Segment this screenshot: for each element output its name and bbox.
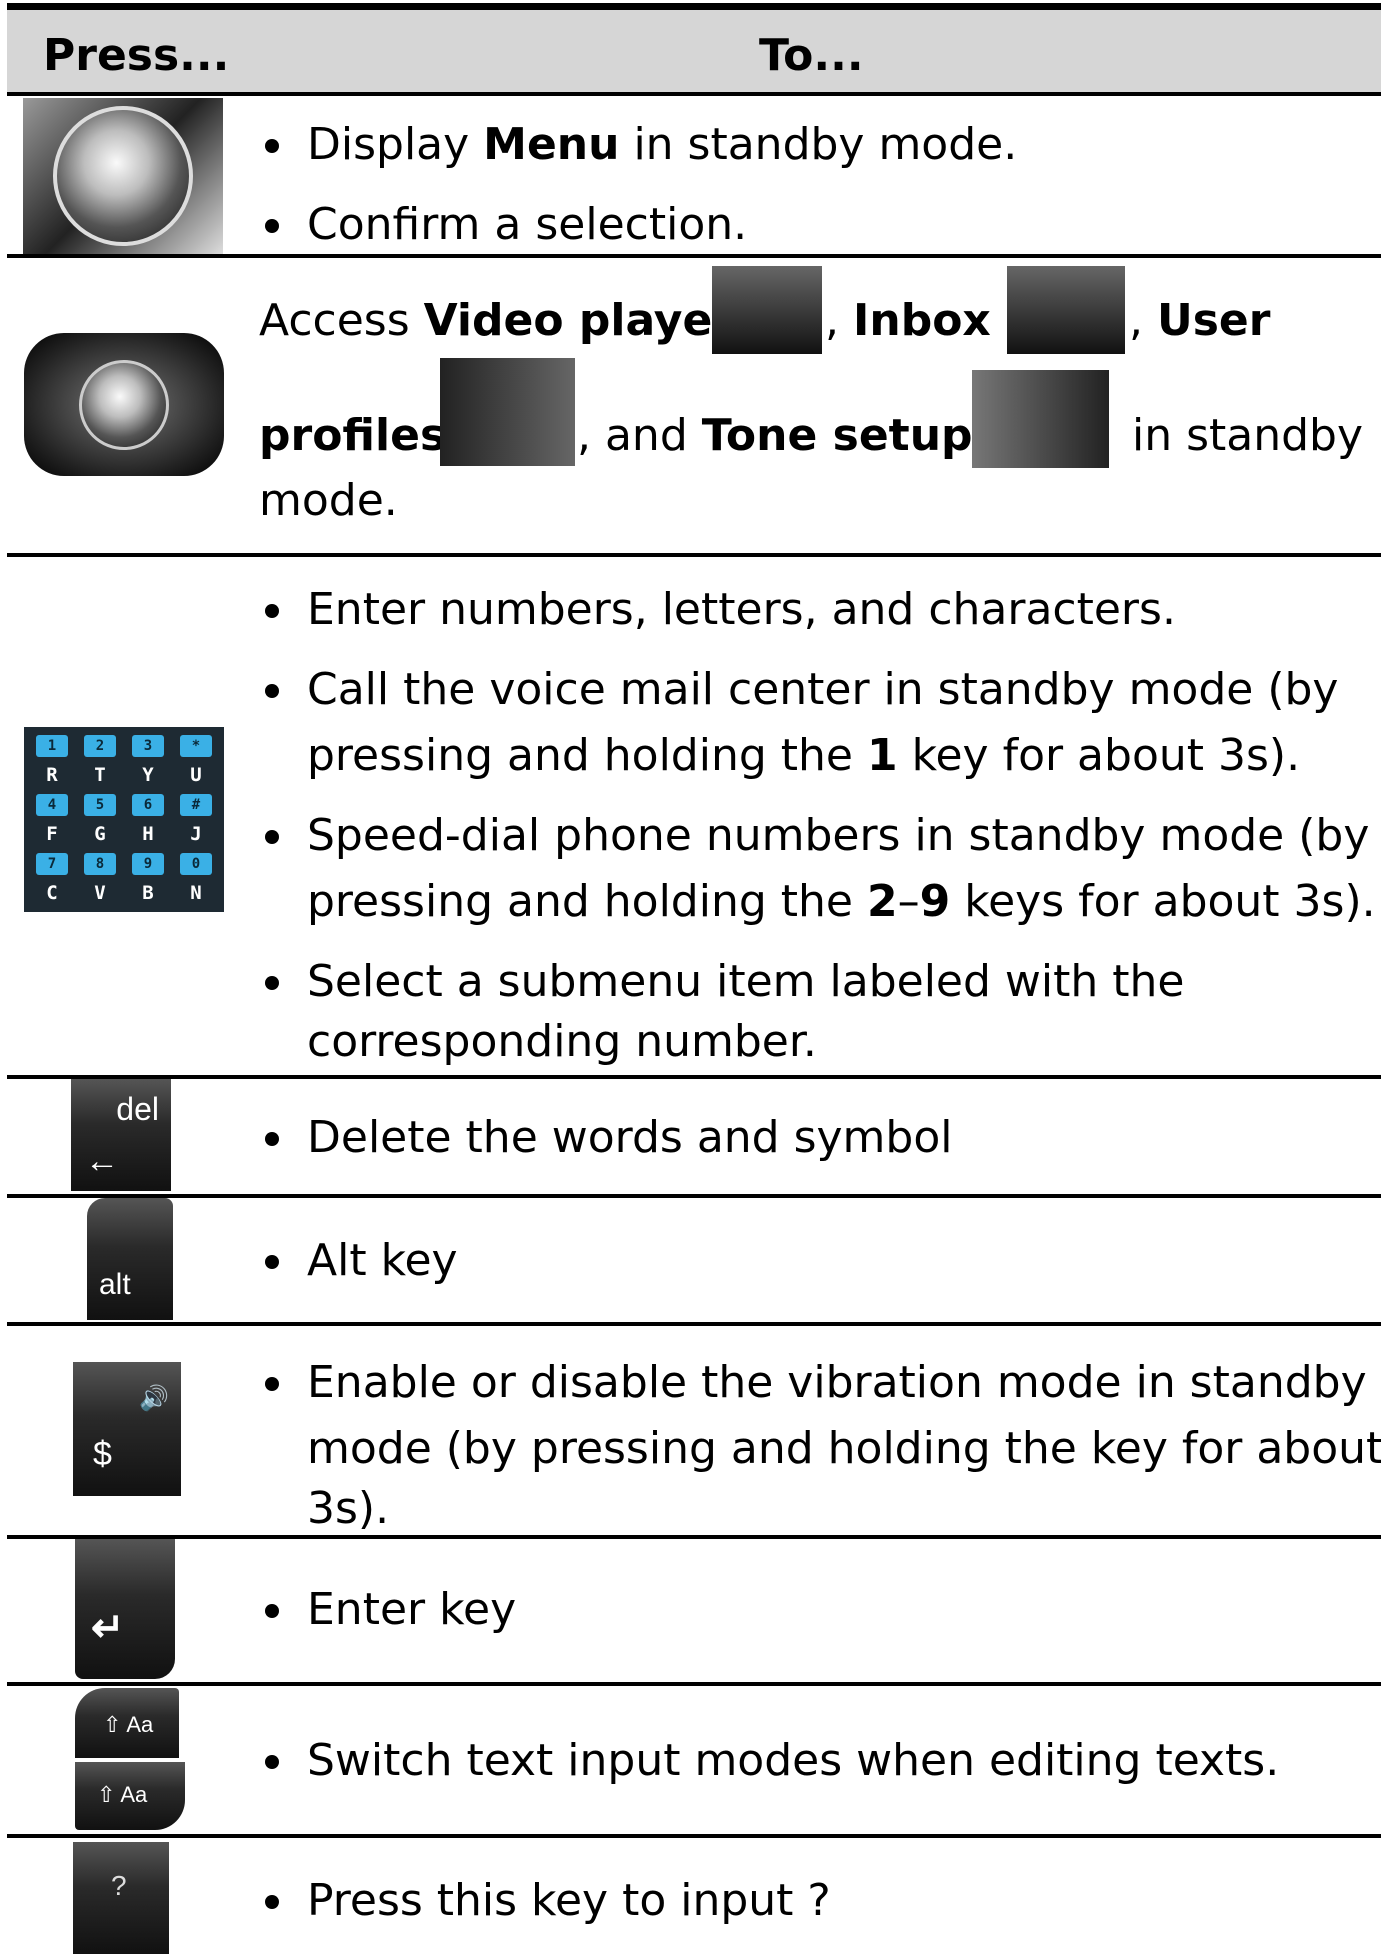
keypad-key: 7 [36, 853, 68, 875]
alt-key-icon: alt [87, 1198, 173, 1320]
table-row: 🔊 $ Enable or disable the vibration mode… [7, 1326, 1381, 1535]
keypad-key: N [190, 882, 202, 905]
top-rule [7, 3, 1381, 10]
up-key-icon [712, 266, 822, 354]
keypad-key: R [46, 764, 58, 787]
keypad-icon: 1 2 3 * R T Y U 4 5 6 # F G H J 7 8 9 0 C V B N [24, 727, 224, 912]
table-row: del ← Delete the words and symbol [7, 1079, 1381, 1194]
delete-key-icon: del ← [71, 1079, 171, 1191]
keypad-key: 5 [84, 794, 116, 816]
keypad-key: T [94, 764, 106, 787]
table-row: ? Press this key to input ? [7, 1838, 1381, 1957]
keypad-key: Y [142, 764, 154, 787]
table-row: alt Alt key [7, 1198, 1381, 1322]
table-row: 1 2 3 * R T Y U 4 5 6 # F G H J 7 8 9 0 C V B N Enter numbers, … [7, 557, 1381, 1075]
right-key-icon [972, 370, 1109, 468]
keypad-key: U [190, 764, 202, 787]
shift-key-icon: ⇧ Aa [75, 1688, 179, 1758]
keypad-key: 2 [84, 735, 116, 757]
keypad-key: 8 [84, 853, 116, 875]
table-row: ↵ Enter key [7, 1539, 1381, 1682]
keypad-key: 1 [36, 735, 68, 757]
speaker-icon: 🔊 [139, 1385, 169, 1412]
header-to: To... [759, 30, 864, 81]
keypad-key: V [94, 882, 106, 905]
table-header: Press... To... [7, 10, 1381, 93]
nav-line-2: profiles [259, 410, 447, 461]
keypad-key: F [46, 823, 58, 846]
keypad-key: * [180, 735, 212, 757]
nav-line-1b: , Inbox [825, 295, 991, 346]
table-row: ⇧ Aa ⇧ Aa Switch text input modes when e… [7, 1686, 1381, 1834]
keypad-key: C [46, 882, 58, 905]
center-key-icon [23, 98, 223, 254]
table-row: Display Menu in standby mode. Confirm a … [7, 96, 1381, 254]
vibration-key-icon: 🔊 $ [73, 1362, 181, 1496]
nav-line-3: mode. [259, 475, 398, 526]
enter-key-icon: ↵ [75, 1539, 175, 1679]
keypad-key: 6 [132, 794, 164, 816]
keypad-key: 9 [132, 853, 164, 875]
keypad-key: # [180, 794, 212, 816]
keypad-key: G [94, 823, 106, 846]
keypad-key: J [190, 823, 202, 846]
question-key-icon: ? [73, 1842, 169, 1954]
keypad-key: 4 [36, 794, 68, 816]
nav-line-1c: , User [1129, 295, 1271, 346]
nav-line-1: Access Video player [259, 295, 735, 346]
table-row: Access Video player , Inbox , User profi… [7, 258, 1381, 553]
keypad-key: 3 [132, 735, 164, 757]
keypad-key: 0 [180, 853, 212, 875]
nav-line-2c: in standby [1132, 410, 1364, 461]
left-key-icon [440, 358, 575, 466]
keypad-key: B [142, 882, 154, 905]
shift-key-icon: ⇧ Aa [75, 1762, 185, 1830]
navigation-key-icon [24, 333, 224, 476]
down-key-icon [1007, 266, 1125, 354]
keypad-key: H [142, 823, 154, 846]
nav-line-2b: , and Tone setup [577, 410, 973, 461]
header-press: Press... [43, 30, 230, 81]
